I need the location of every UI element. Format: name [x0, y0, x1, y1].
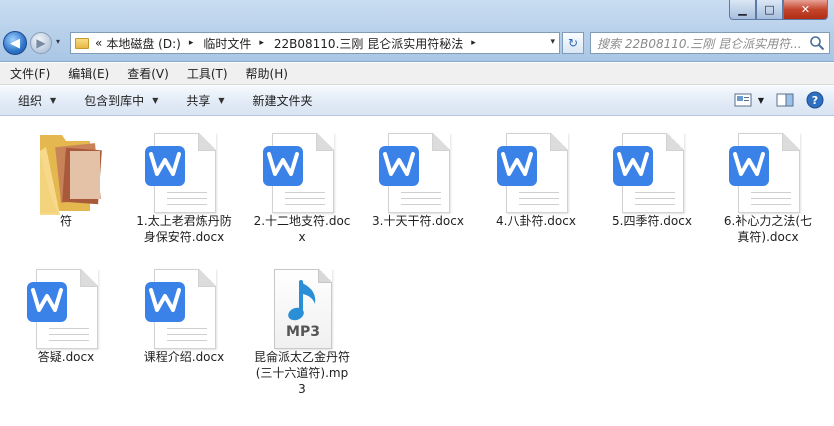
caret-down-icon: ▼	[50, 96, 57, 105]
minimize-button[interactable]: ▁	[729, 0, 756, 20]
file-name: 答疑.docx	[37, 350, 95, 364]
breadcrumb-label: 22B08110.三刚 昆仑派实用符秘法	[273, 36, 464, 51]
file-item-docx[interactable]: 1.太上老君炼丹防身保安符.docx	[132, 121, 236, 245]
menu-help[interactable]: 帮助(H)	[236, 65, 296, 82]
include-library-label: 包含到库中	[84, 94, 145, 108]
file-name: 1.太上老君炼丹防身保安符.docx	[136, 214, 232, 244]
menu-edit[interactable]: 编辑(E)	[58, 65, 117, 82]
file-item-docx[interactable]: 3.十天干符.docx	[366, 121, 470, 229]
menu-view[interactable]: 查看(V)	[117, 65, 177, 82]
new-folder-label: 新建文件夹	[252, 94, 313, 108]
title-bar: ▁ □ ✕ ◀ ▶ ▾ « 本地磁盘 (D:) ▸ 临时文件 ▸ 22B0811…	[0, 0, 834, 62]
file-name: 4.八卦符.docx	[496, 214, 576, 228]
file-item-docx[interactable]: 答疑.docx	[14, 257, 118, 365]
caret-down-icon: ▼	[152, 96, 159, 105]
refresh-button[interactable]: ↻	[562, 32, 584, 54]
music-note-icon	[288, 280, 316, 321]
file-type-badge: MP3	[286, 324, 320, 340]
chevron-right-icon[interactable]: ▸	[259, 38, 264, 48]
breadcrumb-overflow[interactable]: «	[93, 36, 104, 50]
preview-pane-button[interactable]	[776, 93, 794, 107]
recent-pages-dropdown[interactable]: ▾	[56, 37, 60, 46]
file-item-docx[interactable]: 课程介绍.docx	[132, 257, 236, 365]
mp3-audio-icon: MP3	[274, 269, 332, 349]
folder-icon	[40, 135, 102, 215]
close-button[interactable]: ✕	[783, 0, 828, 20]
file-name: 2.十二地支符.docx	[253, 214, 351, 244]
command-bar: 组织 ▼ 包含到库中 ▼ 共享 ▼ 新建文件夹 ▼ ?	[0, 86, 834, 116]
forward-button[interactable]: ▶	[30, 32, 52, 54]
file-item-docx[interactable]: 6.补心力之法(七真符).docx	[716, 121, 820, 245]
file-item-docx[interactable]: 5.四季符.docx	[600, 121, 704, 229]
file-name: 6.补心力之法(七真符).docx	[723, 214, 813, 244]
file-list: 符 1.太上老君炼丹防身保安符.docx 2.十二地支符.docx 3.十天干符…	[0, 117, 834, 426]
caret-down-icon[interactable]: ▼	[758, 96, 764, 105]
breadcrumb-label: 本地磁盘 (D:)	[106, 36, 181, 51]
caret-down-icon: ▼	[218, 96, 225, 105]
preview-pane-icon	[776, 93, 794, 107]
new-folder-button[interactable]: 新建文件夹	[235, 92, 323, 109]
file-name: 昆侖派太乙金丹符(三十六道符).mp3	[253, 350, 350, 396]
change-view-button[interactable]: ▼	[734, 93, 764, 107]
menu-tools[interactable]: 工具(T)	[177, 65, 236, 82]
window-controls: ▁ □ ✕	[729, 0, 828, 20]
wps-document-icon	[145, 269, 216, 349]
file-item-docx[interactable]: 2.十二地支符.docx	[250, 121, 354, 245]
breadcrumb-drive[interactable]: 本地磁盘 (D:) ▸	[104, 35, 201, 52]
menu-file[interactable]: 文件(F)	[0, 65, 58, 82]
share-button[interactable]: 共享 ▼	[168, 92, 234, 109]
maximize-button[interactable]: □	[756, 0, 783, 20]
share-label: 共享	[186, 94, 211, 108]
organize-button[interactable]: 组织 ▼	[0, 92, 66, 109]
wps-document-icon	[729, 133, 800, 213]
organize-label: 组织	[18, 94, 43, 108]
search-icon[interactable]	[809, 35, 825, 51]
wps-document-icon	[613, 133, 684, 213]
svg-text:?: ?	[812, 94, 818, 107]
file-item-docx[interactable]: 4.八卦符.docx	[484, 121, 588, 229]
wps-document-icon	[145, 133, 216, 213]
back-button[interactable]: ◀	[3, 31, 27, 55]
breadcrumb-temp[interactable]: 临时文件 ▸	[201, 35, 272, 52]
search-input[interactable]: 搜索 22B08110.三刚 昆仑派实用符...	[590, 32, 830, 54]
help-button[interactable]: ?	[806, 91, 824, 109]
wps-document-icon	[27, 269, 98, 349]
wps-document-icon	[263, 133, 334, 213]
address-dropdown-icon[interactable]: ▾	[550, 37, 555, 47]
chevron-right-icon[interactable]: ▸	[189, 38, 194, 48]
folder-icon	[75, 37, 89, 49]
help-icon: ?	[806, 91, 824, 109]
refresh-icon: ↻	[567, 36, 579, 50]
file-name: 符	[59, 214, 72, 228]
view-controls: ▼ ?	[722, 91, 824, 109]
file-name: 课程介绍.docx	[143, 350, 225, 364]
chevron-right-icon[interactable]: ▸	[471, 38, 476, 48]
menu-bar: 文件(F) 编辑(E) 查看(V) 工具(T) 帮助(H)	[0, 63, 834, 85]
wps-document-icon	[497, 133, 568, 213]
breadcrumb-label: 临时文件	[203, 36, 252, 51]
include-in-library-button[interactable]: 包含到库中 ▼	[66, 92, 168, 109]
breadcrumb-current[interactable]: 22B08110.三刚 昆仑派实用符秘法 ▸	[272, 35, 484, 52]
file-name: 3.十天干符.docx	[372, 214, 464, 228]
file-item-folder[interactable]: 符	[14, 121, 118, 229]
file-item-mp3[interactable]: MP3 昆侖派太乙金丹符(三十六道符).mp3	[250, 257, 354, 397]
wps-document-icon	[379, 133, 450, 213]
view-icon	[734, 93, 752, 107]
file-name: 5.四季符.docx	[612, 214, 692, 228]
search-placeholder: 搜索 22B08110.三刚 昆仑派实用符...	[597, 36, 802, 51]
address-bar[interactable]: « 本地磁盘 (D:) ▸ 临时文件 ▸ 22B08110.三刚 昆仑派实用符秘…	[70, 32, 560, 54]
